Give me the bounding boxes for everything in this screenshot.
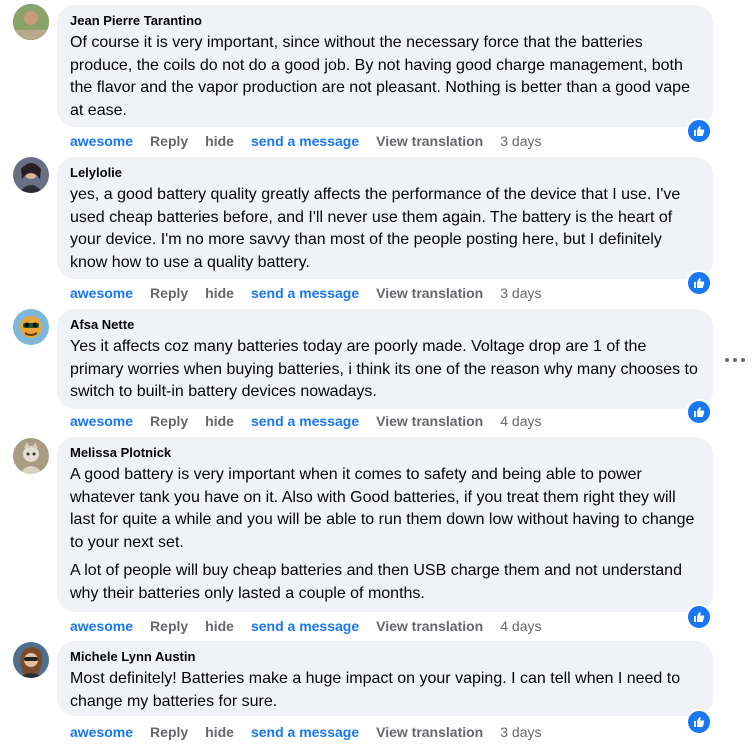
comment-paragraph: Most definitely! Batteries make a huge i… bbox=[70, 670, 681, 710]
comment-author[interactable]: Afsa Nette bbox=[70, 317, 701, 333]
comment-paragraph: Yes it affects coz many batteries today … bbox=[70, 338, 698, 400]
awesome-button[interactable]: awesome bbox=[70, 724, 133, 740]
comment-paragraph: Of course it is very important, since wi… bbox=[70, 34, 690, 119]
avatar[interactable] bbox=[13, 642, 49, 678]
comment-text: A good battery is very important when it… bbox=[70, 464, 701, 605]
comment-actions: awesome Reply hide send a message View t… bbox=[70, 616, 558, 636]
awesome-button[interactable]: awesome bbox=[70, 133, 133, 149]
like-icon[interactable] bbox=[686, 270, 712, 296]
awesome-button[interactable]: awesome bbox=[70, 285, 133, 301]
hide-button[interactable]: hide bbox=[205, 413, 234, 429]
comment-author[interactable]: Lelylolie bbox=[70, 165, 701, 181]
reply-button[interactable]: Reply bbox=[150, 133, 188, 149]
send-message-button[interactable]: send a message bbox=[251, 724, 359, 740]
comment-actions: awesome Reply hide send a message View t… bbox=[70, 722, 558, 742]
awesome-button[interactable]: awesome bbox=[70, 413, 133, 429]
comment-bubble: Michele Lynn Austin Most definitely! Bat… bbox=[57, 641, 713, 716]
hide-button[interactable]: hide bbox=[205, 724, 234, 740]
comment-actions: awesome Reply hide send a message View t… bbox=[70, 283, 558, 303]
like-icon[interactable] bbox=[686, 399, 712, 425]
comment-bubble: Melissa Plotnick A good battery is very … bbox=[57, 437, 713, 612]
hide-button[interactable]: hide bbox=[205, 618, 234, 634]
view-translation-button[interactable]: View translation bbox=[376, 724, 483, 740]
timestamp[interactable]: 4 days bbox=[500, 413, 541, 429]
comment-paragraph: yes, a good battery quality greatly affe… bbox=[70, 186, 681, 271]
comment-actions: awesome Reply hide send a message View t… bbox=[70, 131, 558, 151]
comment-actions: awesome Reply hide send a message View t… bbox=[70, 411, 558, 431]
comment-author[interactable]: Jean Pierre Tarantino bbox=[70, 13, 701, 29]
comment-bubble: Jean Pierre Tarantino Of course it is ve… bbox=[57, 5, 713, 127]
avatar[interactable] bbox=[13, 309, 49, 345]
like-icon[interactable] bbox=[686, 604, 712, 630]
view-translation-button[interactable]: View translation bbox=[376, 413, 483, 429]
comment-text: yes, a good battery quality greatly affe… bbox=[70, 184, 701, 274]
timestamp[interactable]: 3 days bbox=[500, 724, 541, 740]
comment-author[interactable]: Melissa Plotnick bbox=[70, 445, 701, 461]
reply-button[interactable]: Reply bbox=[150, 413, 188, 429]
send-message-button[interactable]: send a message bbox=[251, 618, 359, 634]
send-message-button[interactable]: send a message bbox=[251, 133, 359, 149]
comment-text: Of course it is very important, since wi… bbox=[70, 32, 701, 122]
view-translation-button[interactable]: View translation bbox=[376, 285, 483, 301]
comment-paragraph: A lot of people will buy cheap batteries… bbox=[70, 562, 682, 602]
like-icon[interactable] bbox=[686, 709, 712, 735]
timestamp[interactable]: 4 days bbox=[500, 618, 541, 634]
reply-button[interactable]: Reply bbox=[150, 618, 188, 634]
like-icon[interactable] bbox=[686, 118, 712, 144]
reply-button[interactable]: Reply bbox=[150, 285, 188, 301]
hide-button[interactable]: hide bbox=[205, 133, 234, 149]
comment-bubble: Lelylolie yes, a good battery quality gr… bbox=[57, 157, 713, 279]
more-options-icon[interactable] bbox=[725, 352, 745, 368]
timestamp[interactable]: 3 days bbox=[500, 285, 541, 301]
reply-button[interactable]: Reply bbox=[150, 724, 188, 740]
comment-text: Most definitely! Batteries make a huge i… bbox=[70, 668, 701, 713]
comment-bubble: Afsa Nette Yes it affects coz many batte… bbox=[57, 309, 713, 409]
comment-paragraph: A good battery is very important when it… bbox=[70, 466, 695, 551]
view-translation-button[interactable]: View translation bbox=[376, 618, 483, 634]
comment-author[interactable]: Michele Lynn Austin bbox=[70, 649, 701, 665]
view-translation-button[interactable]: View translation bbox=[376, 133, 483, 149]
comment-text: Yes it affects coz many batteries today … bbox=[70, 336, 701, 404]
timestamp[interactable]: 3 days bbox=[500, 133, 541, 149]
hide-button[interactable]: hide bbox=[205, 285, 234, 301]
send-message-button[interactable]: send a message bbox=[251, 285, 359, 301]
awesome-button[interactable]: awesome bbox=[70, 618, 133, 634]
avatar[interactable] bbox=[13, 157, 49, 193]
avatar[interactable] bbox=[13, 438, 49, 474]
avatar[interactable] bbox=[13, 4, 49, 40]
send-message-button[interactable]: send a message bbox=[251, 413, 359, 429]
